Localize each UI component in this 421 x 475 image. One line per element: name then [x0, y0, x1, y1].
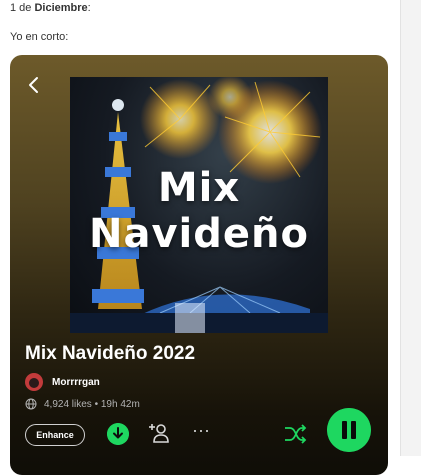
- cover-title-line1: Mix: [157, 165, 241, 211]
- download-icon[interactable]: [107, 423, 129, 445]
- pause-icon[interactable]: [327, 408, 371, 452]
- globe-icon: [25, 398, 37, 410]
- likes-duration-text: 4,924 likes • 19h 42m: [44, 398, 140, 410]
- playlist-cover-image: Mix Navideño: [70, 77, 328, 333]
- message-caption: Yo en corto:: [10, 31, 69, 43]
- playlist-controls: Enhance ···: [25, 408, 375, 463]
- spotify-playlist-card: Mix Navideño Mix Navideño 2022 Morrrrgan…: [10, 55, 388, 475]
- avatar[interactable]: [25, 373, 43, 391]
- message-date: 1 de Diciembre:: [10, 2, 91, 14]
- add-user-icon[interactable]: [147, 421, 171, 445]
- playlist-meta: 4,924 likes • 19h 42m: [25, 398, 140, 410]
- more-icon[interactable]: ···: [190, 421, 212, 439]
- back-arrow-icon[interactable]: [24, 75, 44, 95]
- playlist-title: Mix Navideño 2022: [25, 343, 196, 364]
- cover-title-line2: Navideño: [89, 211, 309, 257]
- shuffle-icon[interactable]: [283, 423, 307, 445]
- enhance-button[interactable]: Enhance: [25, 424, 85, 446]
- right-rail: [400, 0, 421, 456]
- playlist-owner[interactable]: Morrrrgan: [25, 373, 100, 391]
- owner-name[interactable]: Morrrrgan: [52, 377, 100, 388]
